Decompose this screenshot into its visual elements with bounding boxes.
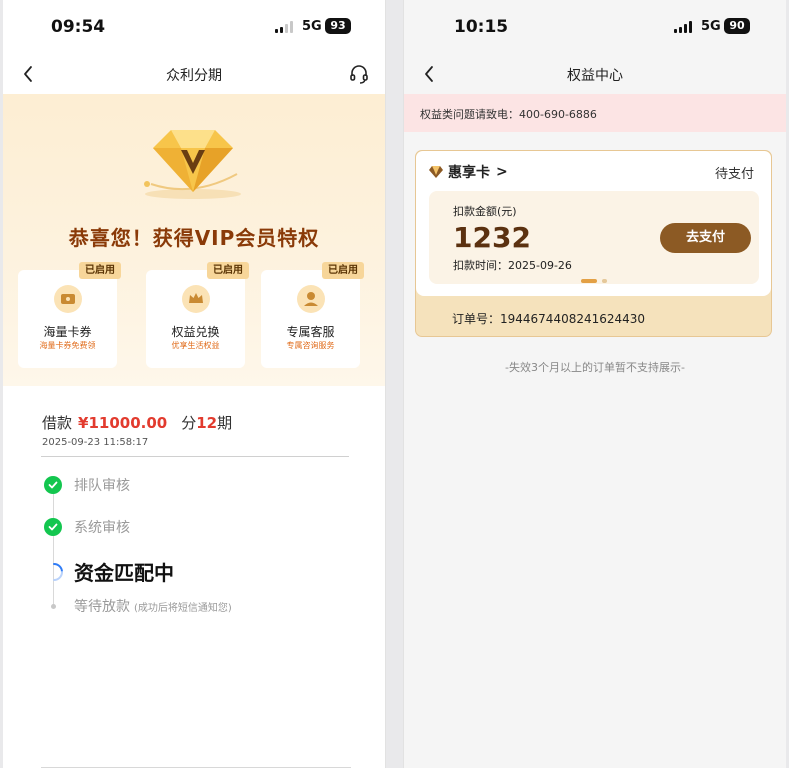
deduct-time: 扣款时间：2025-09-26 xyxy=(453,259,572,272)
card-name: 惠享卡 xyxy=(448,165,490,181)
step-system-review: 系统审核 xyxy=(44,517,130,537)
benefit-card-exchange[interactable]: 已启用 权益兑换 优享生活权益 xyxy=(146,262,249,368)
diamond-logo-icon xyxy=(144,130,241,199)
step-queue-review: 排队审核 xyxy=(44,475,130,495)
chevron-right-icon: > xyxy=(496,164,508,180)
benefit-subtitle: 专属咨询服务 xyxy=(286,341,335,350)
check-circle-icon xyxy=(44,518,62,536)
signal-icon xyxy=(674,21,692,33)
step-label: 系统审核 xyxy=(74,520,130,536)
loan-period: 分12期 xyxy=(181,414,233,432)
loan-timestamp: 2025-09-23 11:58:17 xyxy=(42,437,149,448)
benefit-name: 海量卡券 xyxy=(43,325,92,339)
carousel-pager[interactable] xyxy=(581,279,607,283)
order-number: 订单号：1944674408241624430 xyxy=(452,312,646,326)
status-bar: 09:54 5G 93 xyxy=(3,0,385,56)
diamond-icon xyxy=(429,166,443,178)
benefit-card-coupons[interactable]: 已启用 海量卡券 海量卡券免费领 xyxy=(18,262,121,368)
status-time: 09:54 xyxy=(51,17,106,37)
vip-hero-banner: 恭喜您！获得VIP会员特权 已启用 海量卡券 海量卡券免费领 已启用 权益兑换 … xyxy=(3,94,385,386)
battery-icon: 93 xyxy=(325,18,351,34)
phone-screen-benefits-center: 10:15 5G 90 权益中心 权益类问题请致电：400-690-6886 惠… xyxy=(403,0,786,768)
step-label: 排队审核 xyxy=(74,478,130,494)
nav-bar: 权益中心 xyxy=(404,56,786,94)
hotline-text: 权益类问题请致电：400-690-6886 xyxy=(420,108,597,121)
loan-amount: ¥11000.00 xyxy=(78,414,168,432)
order-card-body: 惠享卡 > 待支付 扣款金额(元) 1232 扣款时间：2025-09-26 去… xyxy=(416,151,771,296)
benefit-name: 权益兑换 xyxy=(171,325,220,339)
loan-prefix: 借款 xyxy=(42,414,73,432)
check-circle-icon xyxy=(44,476,62,494)
loan-summary: 借款 ¥11000.00 分12期 xyxy=(42,412,232,433)
service-agent-icon xyxy=(297,285,325,313)
screenshot-composite: 09:54 5G 93 众利分期 恭喜您！获得VIP会员特权 已启用 海量卡券 … xyxy=(0,0,789,768)
benefit-name: 专属客服 xyxy=(286,325,335,339)
enabled-badge: 已启用 xyxy=(207,262,249,279)
payment-box: 扣款金额(元) 1232 扣款时间：2025-09-26 去支付 xyxy=(429,191,759,284)
pay-button[interactable]: 去支付 xyxy=(660,223,751,253)
signal-icon xyxy=(275,21,293,33)
pending-dot-icon xyxy=(44,597,62,615)
page-title: 众利分期 xyxy=(166,68,222,84)
step-label: 等待放款 xyxy=(74,599,130,615)
network-type: 5G xyxy=(701,19,721,34)
step-note: (成功后将短信通知您) xyxy=(134,602,232,614)
hotline-notice-bar: 权益类问题请致电：400-690-6886 xyxy=(404,94,786,132)
order-card[interactable]: 惠享卡 > 待支付 扣款金额(元) 1232 扣款时间：2025-09-26 去… xyxy=(415,150,772,337)
amount-value: 1232 xyxy=(453,221,531,254)
list-footnote: -失效3个月以上的订单暂不支持展示- xyxy=(505,361,685,374)
timeline-line xyxy=(53,490,54,605)
status-bar: 10:15 5G 90 xyxy=(404,0,786,56)
ticket-icon xyxy=(54,285,82,313)
amount-label: 扣款金额(元) xyxy=(453,205,517,218)
status-time: 10:15 xyxy=(454,17,509,37)
network-type: 5G xyxy=(302,19,322,34)
step-label: 资金匹配中 xyxy=(74,561,174,585)
order-status-badge: 待支付 xyxy=(714,167,754,182)
loading-spinner-icon xyxy=(53,562,63,581)
nav-bar: 众利分期 xyxy=(3,56,385,94)
benefit-subtitle: 海量卡券免费领 xyxy=(39,341,96,350)
phone-screen-loan-status: 09:54 5G 93 众利分期 恭喜您！获得VIP会员特权 已启用 海量卡券 … xyxy=(3,0,386,768)
enabled-badge: 已启用 xyxy=(79,262,121,279)
crown-icon xyxy=(182,285,210,313)
benefit-subtitle: 优享生活权益 xyxy=(171,341,220,350)
benefit-card-service[interactable]: 已启用 专属客服 专属咨询服务 xyxy=(261,262,364,368)
card-header[interactable]: 惠享卡 > xyxy=(428,162,508,182)
battery-icon: 90 xyxy=(724,18,750,34)
step-fund-matching: 资金匹配中 xyxy=(44,557,174,586)
enabled-badge: 已启用 xyxy=(322,262,364,279)
vip-congrats-title: 恭喜您！获得VIP会员特权 xyxy=(68,226,320,250)
step-await-disbursement: 等待放款 (成功后将短信通知您) xyxy=(44,596,232,616)
divider xyxy=(41,456,349,457)
page-title: 权益中心 xyxy=(567,68,623,84)
headset-icon[interactable] xyxy=(347,62,371,86)
